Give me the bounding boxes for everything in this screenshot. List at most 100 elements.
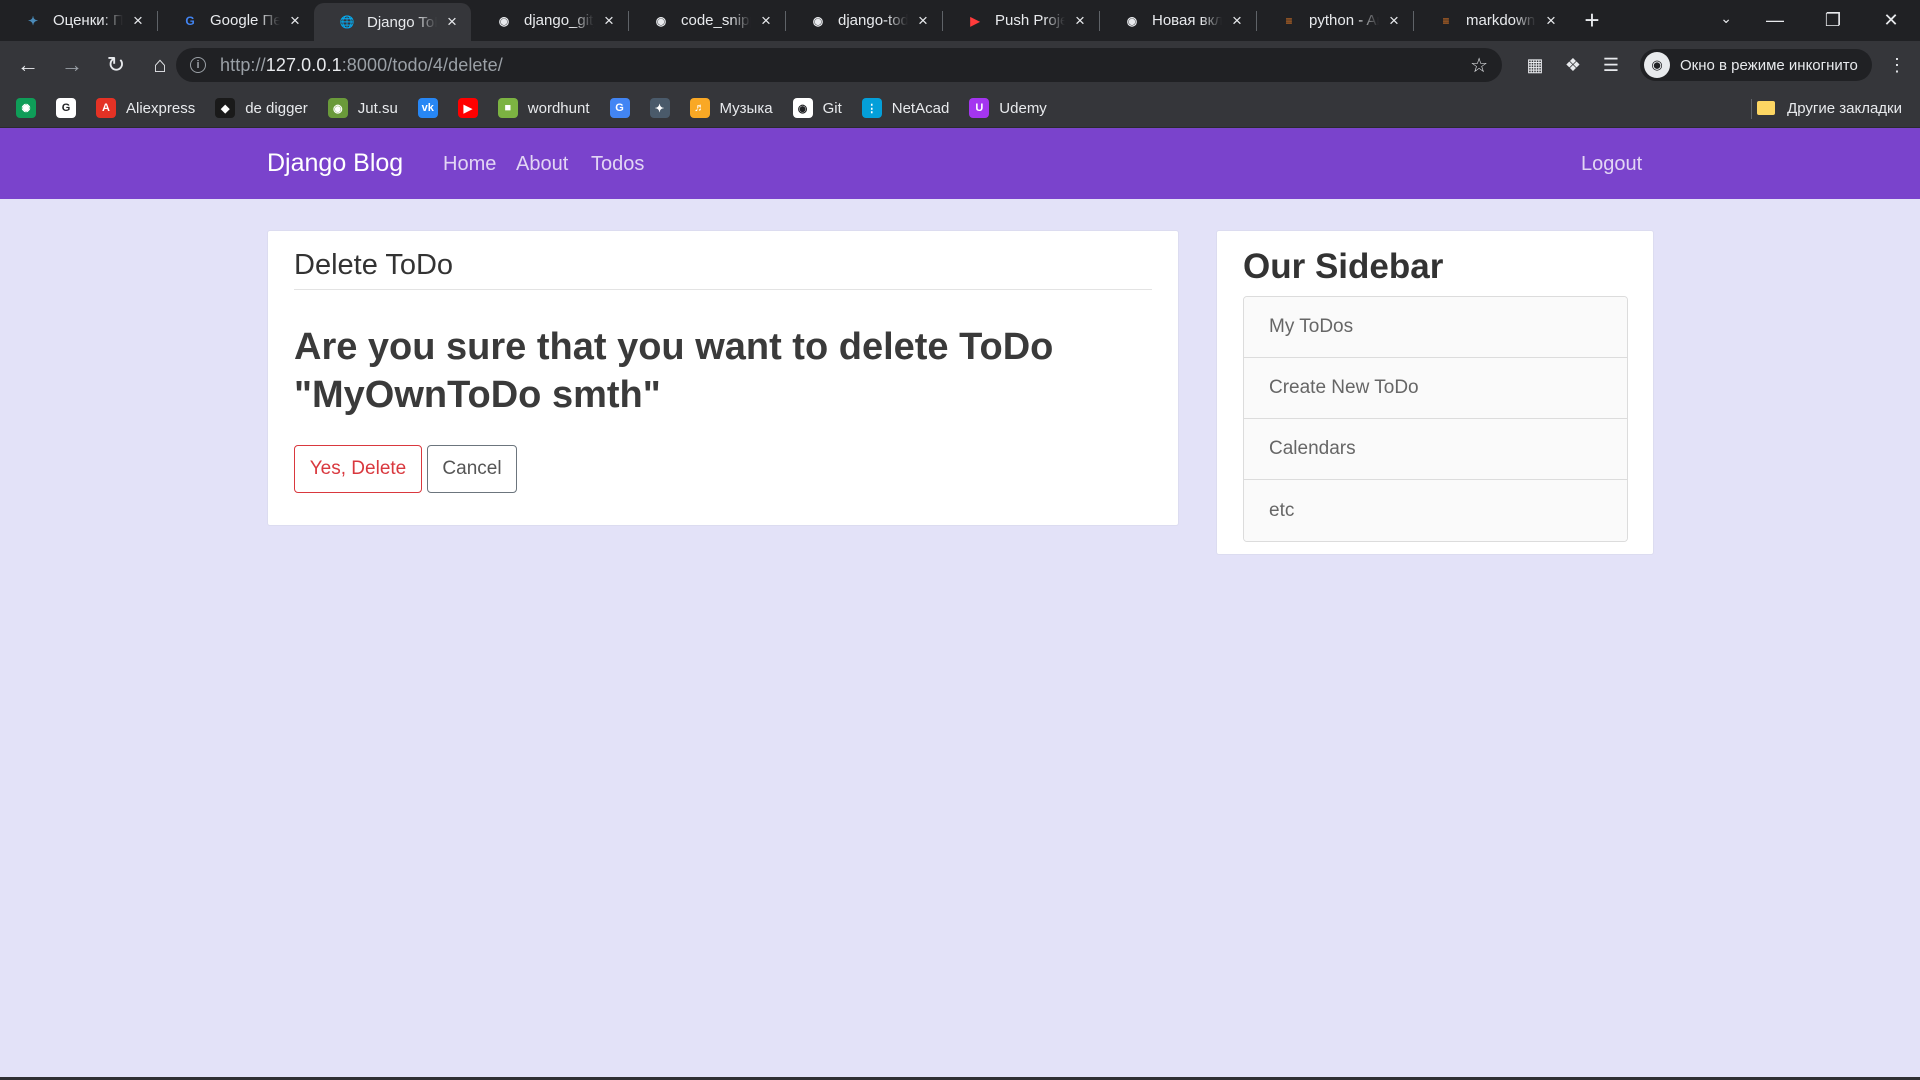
site-info-icon[interactable]: i [190,57,206,73]
cancel-button[interactable]: Cancel [427,445,517,493]
reload-icon[interactable]: ↻ [96,45,136,85]
sidebar-title: Our Sidebar [1243,247,1444,286]
incognito-label: Окно в режиме инкогнито [1680,56,1858,74]
window-controls: — ❐ ✕ [1746,0,1920,41]
tab-title: python - Ar [1309,12,1379,29]
close-window-icon[interactable]: ✕ [1862,0,1920,41]
generic-site-icon: ✦ [27,13,39,28]
home-icon[interactable]: ⌂ [140,45,180,85]
menu-kebab-icon[interactable]: ⋮ [1888,55,1906,76]
github-icon: ◉ [792,98,813,118]
tab-close-icon[interactable]: × [914,11,932,31]
extension-icon[interactable]: ▦ [1518,48,1552,82]
brand-link[interactable]: Django Blog [267,149,403,178]
new-tab-button[interactable]: + [1570,0,1614,41]
tab-7[interactable]: ◉ Новая вкла × [1099,0,1256,41]
nav-link-about[interactable]: About [516,153,568,176]
tab-close-icon[interactable]: × [600,11,618,31]
bookmark-9[interactable]: ✦ [649,93,670,123]
puzzle-icon[interactable]: ❖ [1556,48,1590,82]
google-translate-icon: G [609,98,630,118]
stackoverflow-icon: ≡ [1285,13,1293,28]
youtube-icon: ▶ [970,13,980,28]
tab-6[interactable]: ▶ Push Projec × [942,0,1099,41]
bookmark-7[interactable]: ■ wordhunt [497,93,590,123]
bookmark-8[interactable]: G [609,93,630,123]
tab-title: Push Projec [995,12,1065,29]
page-title: Delete ToDo [294,249,454,281]
youtube-icon: ▶ [457,98,478,118]
tab-close-icon[interactable]: × [1228,11,1246,31]
tab-title: Django ToD [367,13,437,31]
forward-icon[interactable]: → [52,45,92,85]
bookmarks-separator [1751,99,1752,119]
url-text: http://127.0.0.1:8000/todo/4/delete/ [220,54,503,75]
github-icon: ◉ [812,13,824,28]
tab-search-chevron-icon[interactable]: ⌄ [1720,10,1732,27]
bookmark-2[interactable]: A Aliexpress [96,93,195,123]
tab-1[interactable]: G Google Пер × [157,0,314,41]
github-icon: ◉ [655,13,667,28]
sidebar-card: Our Sidebar My ToDos Create New ToDo Cal… [1216,230,1654,555]
bookmark-13[interactable]: U Udemy [969,93,1047,123]
tab-2[interactable]: 🌐 Django ToD × [314,3,471,41]
tab-8[interactable]: ≡ python - Ar × [1256,0,1413,41]
yes-delete-button[interactable]: Yes, Delete [294,445,422,493]
tab-close-icon[interactable]: × [1542,11,1560,31]
jutsu-icon: ◉ [327,98,348,118]
incognito-profile-button[interactable]: ◉ Окно в режиме инкогнито [1640,49,1872,81]
restore-icon[interactable]: ❐ [1804,0,1862,41]
sidebar-list: My ToDos Create New ToDo Calendars etc [1243,296,1628,542]
tab-5[interactable]: ◉ django-tod × [785,0,942,41]
nav-link-todos[interactable]: Todos [591,153,644,176]
bookmarks-bar: ✺ G A Aliexpress ◆ de digger ◉ Jut.su vk ▶ ■ wordhu… [0,89,1920,128]
bookmark-5[interactable]: vk [417,93,438,123]
tab-close-icon[interactable]: × [757,11,775,31]
sidebar-item-create-new-todo[interactable]: Create New ToDo [1244,358,1627,419]
minimize-icon[interactable]: — [1746,0,1804,41]
github-icon: ◉ [498,13,510,28]
bookmark-label: Музыка [719,99,773,117]
tab-3[interactable]: ◉ django_git_ × [471,0,628,41]
incognito-icon: ◉ [1644,52,1670,78]
bookmark-label: Git [822,99,842,117]
reading-list-icon[interactable]: ☰ [1594,48,1628,82]
nav-link-home[interactable]: Home [443,153,496,176]
aliexpress-icon: A [96,98,116,118]
logout-link[interactable]: Logout [1581,153,1642,176]
bookmark-12[interactable]: ⋮ NetAcad [861,93,949,123]
bookmark-label: de digger [245,99,308,117]
bookmark-11[interactable]: ◉ Git [792,93,842,123]
back-icon[interactable]: ← [8,45,48,85]
bookmark-6[interactable]: ▶ [457,93,478,123]
bookmark-4[interactable]: ◉ Jut.su [327,93,398,123]
tab-close-icon[interactable]: × [286,11,304,31]
tab-title: Новая вкла [1152,12,1222,29]
site-navbar: Django Blog Home About Todos Logout [0,128,1920,199]
tab-title: django-tod [838,12,908,29]
bookmark-3[interactable]: ◆ de digger [215,93,308,123]
stackoverflow-icon: ≡ [1442,13,1450,28]
tab-close-icon[interactable]: × [1071,11,1089,31]
sidebar-item-calendars[interactable]: Calendars [1244,419,1627,480]
other-bookmarks-button[interactable]: Другие закладки [1757,93,1902,123]
tab-0[interactable]: ✦ Оценки: Пр × [0,0,157,41]
bookmark-0[interactable]: ✺ [16,93,36,123]
bookmark-10[interactable]: ♬ Музыка [689,93,773,123]
udemy-icon: U [969,98,990,118]
tab-close-icon[interactable]: × [1385,11,1403,31]
sidebar-item-my-todos[interactable]: My ToDos [1244,297,1627,358]
delete-todo-card: Delete ToDo Are you sure that you want t… [267,230,1179,526]
bookmark-1[interactable]: G [56,93,76,123]
tab-4[interactable]: ◉ code_snipp × [628,0,785,41]
tab-title: Google Пер [210,12,280,29]
tab-close-icon[interactable]: × [129,11,147,31]
cisco-icon: ⋮ [861,98,882,118]
tab-close-icon[interactable]: × [443,12,461,32]
tab-9[interactable]: ≡ markdown × [1413,0,1570,41]
globe-icon: 🌐 [339,15,355,29]
address-bar[interactable]: i http://127.0.0.1:8000/todo/4/delete/ ☆ [176,48,1502,82]
sidebar-item-etc[interactable]: etc [1244,480,1627,541]
title-divider [294,289,1152,290]
bookmark-star-icon[interactable]: ☆ [1470,53,1488,78]
